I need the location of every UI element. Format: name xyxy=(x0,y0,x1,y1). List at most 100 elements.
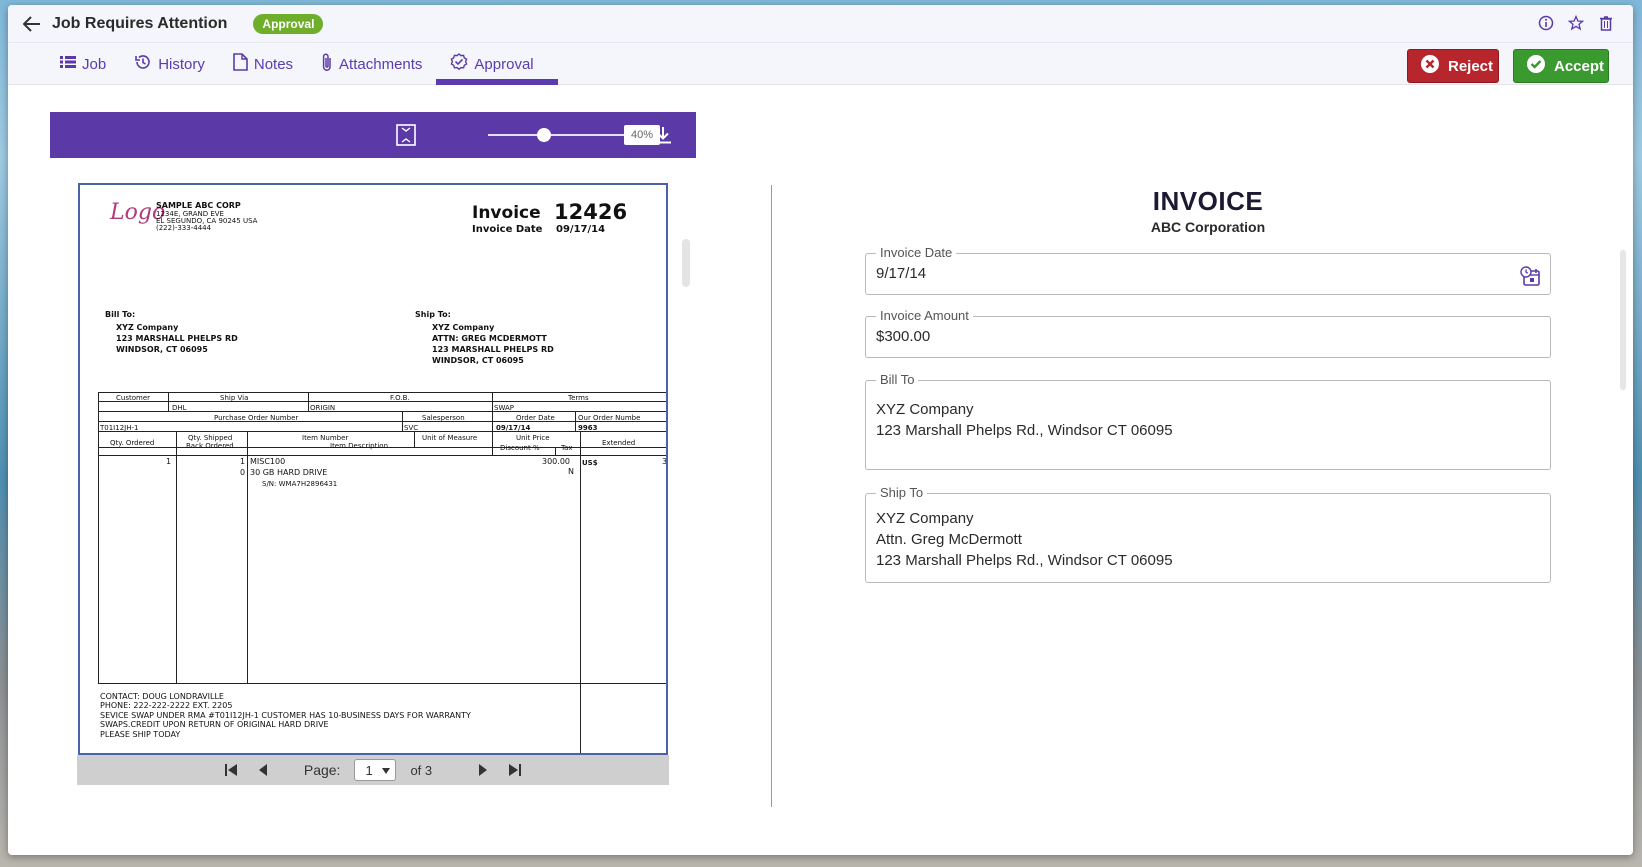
page-select-value: 1 xyxy=(365,762,373,778)
doc-line-item: MISC100 xyxy=(250,457,286,466)
doc-hdr-salesperson: Salesperson xyxy=(422,414,465,422)
reject-label: Reject xyxy=(1448,57,1494,75)
doc-note: SWAPS.CREDIT UPON RETURN OF ORIGINAL HAR… xyxy=(100,720,329,729)
invoice-amount-field[interactable]: Invoice Amount $300.00 xyxy=(865,308,1551,358)
app-window: Job Requires Attention Approval Job Hist… xyxy=(8,5,1633,855)
header-actions xyxy=(1537,14,1615,32)
invoice-document-preview[interactable]: Logo SAMPLE ABC CORP 1234E, GRAND EVE EL… xyxy=(78,183,668,755)
tab-approval[interactable]: Approval xyxy=(436,43,559,85)
document-viewer-toolbar: 40% xyxy=(50,112,696,158)
next-page-icon[interactable] xyxy=(474,761,492,779)
doc-hdr-qty-ordered: Qty. Ordered xyxy=(110,439,155,447)
history-icon xyxy=(134,53,152,75)
document-icon xyxy=(233,53,248,75)
ship-to-value: XYZ Company Attn. Greg McDermott 123 Mar… xyxy=(876,510,1173,569)
tab-history[interactable]: History xyxy=(120,43,219,85)
doc-hdr-fob: F.O.B. xyxy=(390,394,410,402)
chevron-down-icon xyxy=(381,763,391,778)
invoice-amount-value: $300.00 xyxy=(876,328,931,345)
page-title: Job Requires Attention xyxy=(52,14,228,32)
zoom-slider-track[interactable] xyxy=(488,134,628,136)
page-label: Page: xyxy=(303,762,341,778)
last-page-icon[interactable] xyxy=(506,761,524,779)
previous-page-icon[interactable] xyxy=(254,761,272,779)
doc-line-price: 300.00 xyxy=(542,457,570,466)
tab-notes[interactable]: Notes xyxy=(219,43,307,85)
doc-hdr-order-date: Order Date xyxy=(516,414,555,422)
doc-ship-to-label: Ship To: xyxy=(415,310,451,319)
form-title: INVOICE xyxy=(1152,186,1264,216)
info-icon[interactable] xyxy=(1537,14,1555,32)
doc-line-tax: N xyxy=(568,467,574,476)
document-scrollbar[interactable] xyxy=(682,239,690,287)
tab-label: History xyxy=(158,55,205,73)
doc-bill-to-line: WINDSOR, CT 06095 xyxy=(116,345,208,354)
tab-attachments[interactable]: Attachments xyxy=(307,43,436,85)
fit-page-icon[interactable] xyxy=(395,124,417,146)
doc-rule xyxy=(492,431,493,455)
doc-rule xyxy=(575,411,576,431)
tab-bar: Job History Notes Attachments Approval R… xyxy=(8,43,1633,85)
paperclip-icon xyxy=(321,52,333,76)
doc-rule xyxy=(168,392,169,411)
doc-line-qty-shipped: 1 xyxy=(240,457,246,466)
bill-to-label: Bill To xyxy=(876,372,919,387)
trash-icon[interactable] xyxy=(1597,14,1615,32)
tab-label: Notes xyxy=(253,55,294,73)
page-select[interactable]: 1 xyxy=(354,759,397,781)
doc-val-salesperson: SVC xyxy=(404,424,419,432)
accept-button[interactable]: Accept xyxy=(1513,49,1609,83)
tabs: Job History Notes Attachments Approval xyxy=(46,43,559,85)
invoice-date-label: Invoice Date xyxy=(876,245,957,260)
doc-hdr-back-ordered: Back Ordered xyxy=(186,442,234,450)
doc-val-ship-via: DHL xyxy=(172,404,187,412)
check-circle-icon xyxy=(1526,54,1546,78)
approval-check-icon xyxy=(450,53,468,75)
ship-to-label: Ship To xyxy=(876,485,928,500)
doc-hdr-discount: Discount % xyxy=(500,444,540,452)
invoice-date-field[interactable]: Invoice Date 9/17/14 xyxy=(865,245,1551,295)
doc-bill-to-label: Bill To: xyxy=(105,310,136,319)
doc-line-back-ordered: 0 xyxy=(240,468,246,477)
doc-val-our-order: 9963 xyxy=(578,424,598,432)
panel-divider xyxy=(771,185,772,807)
star-icon[interactable] xyxy=(1567,14,1585,32)
doc-rule xyxy=(580,431,581,753)
accept-label: Accept xyxy=(1554,57,1605,75)
list-icon xyxy=(60,55,76,73)
doc-line-desc: 30 GB HARD DRIVE xyxy=(250,468,328,477)
ship-to-field[interactable]: Ship To XYZ Company Attn. Greg McDermott… xyxy=(865,485,1551,583)
doc-val-terms: SWAP xyxy=(494,404,514,412)
doc-rule xyxy=(176,431,177,684)
doc-val-po: T01I12JH-1 xyxy=(100,424,139,432)
form-scrollbar[interactable] xyxy=(1620,250,1626,390)
bill-to-field[interactable]: Bill To XYZ Company 123 Marshall Phelps … xyxy=(865,372,1551,470)
first-page-icon[interactable] xyxy=(222,761,240,779)
bill-to-value: XYZ Company 123 Marshall Phelps Rd., Win… xyxy=(876,401,1173,439)
tab-job[interactable]: Job xyxy=(46,43,120,85)
doc-val-fob: ORIGIN xyxy=(310,404,336,412)
back-arrow-icon[interactable] xyxy=(20,12,44,36)
invoice-scan: Logo SAMPLE ABC CORP 1234E, GRAND EVE EL… xyxy=(80,185,666,753)
reject-button[interactable]: Reject xyxy=(1407,49,1499,83)
doc-hdr-uom: Unit of Measure xyxy=(422,434,478,442)
doc-line-ext: 3 xyxy=(662,457,668,466)
doc-rule xyxy=(308,392,309,411)
doc-invoice-number: 12426 xyxy=(554,200,628,224)
tab-label: Approval xyxy=(474,55,534,73)
doc-hdr-unit-price: Unit Price xyxy=(516,434,550,442)
doc-invoice-label: Invoice xyxy=(472,203,541,223)
doc-rule xyxy=(414,431,415,447)
page-count: of 3 xyxy=(410,762,433,778)
doc-rule xyxy=(492,392,493,431)
calendar-icon[interactable] xyxy=(1518,264,1540,286)
download-icon[interactable] xyxy=(652,124,674,146)
zoom-slider-handle[interactable] xyxy=(537,128,551,142)
doc-rule xyxy=(402,411,403,431)
doc-hdr-extended: Extended xyxy=(602,439,636,447)
doc-hdr-our-order: Our Order Numbe xyxy=(578,414,641,422)
close-circle-icon xyxy=(1420,54,1440,78)
doc-bill-to-line: XYZ Company xyxy=(116,323,179,332)
doc-rule xyxy=(555,447,556,455)
doc-ship-to-line: ATTN: GREG MCDERMOTT xyxy=(432,334,547,343)
